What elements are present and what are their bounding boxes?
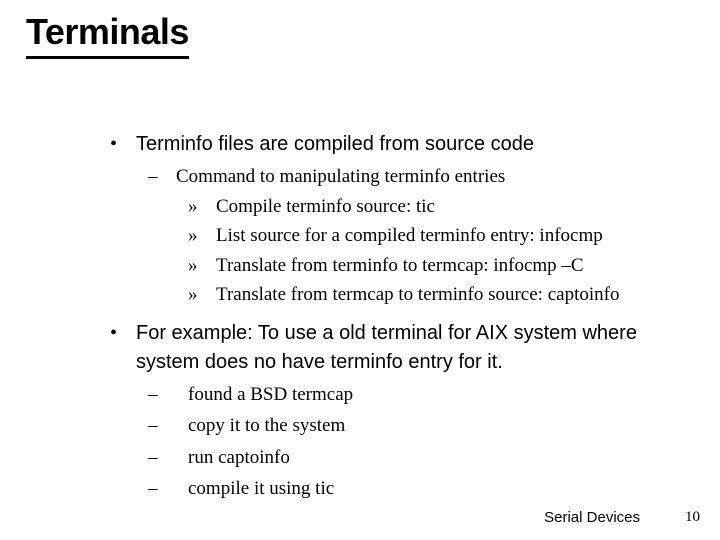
bullet-level2: – Command to manipulating terminfo entri… [148, 163, 690, 191]
bullet-level2: – run captoinfo [148, 444, 690, 472]
bullet-level3: » Compile terminfo source: tic [188, 193, 690, 221]
bullet-raquo-icon: » [188, 281, 216, 309]
bullet-text: Translate from termcap to terminfo sourc… [216, 281, 619, 309]
bullet-text: run captoinfo [188, 444, 290, 472]
bullet-level2: – compile it using tic [148, 475, 690, 503]
bullet-level2: – copy it to the system [148, 412, 690, 440]
bullet-dot-icon: • [110, 319, 136, 377]
slide-title: Terminals [26, 14, 189, 59]
bullet-level1: • Terminfo files are compiled from sourc… [110, 130, 690, 159]
bullet-text: compile it using tic [188, 475, 334, 503]
bullet-dash-icon: – [148, 381, 188, 409]
bullet-level3: » Translate from termcap to terminfo sou… [188, 281, 690, 309]
bullet-text: Translate from terminfo to termcap: info… [216, 252, 584, 280]
bullet-dash-icon: – [148, 163, 176, 191]
bullet-raquo-icon: » [188, 222, 216, 250]
bullet-raquo-icon: » [188, 193, 216, 221]
bullet-level1: • For example: To use a old terminal for… [110, 319, 690, 377]
bullet-raquo-icon: » [188, 252, 216, 280]
bullet-text: For example: To use a old terminal for A… [136, 319, 690, 377]
bullet-text: Command to manipulating terminfo entries [176, 163, 505, 191]
slide-body: • Terminfo files are compiled from sourc… [110, 130, 690, 503]
bullet-dash-icon: – [148, 475, 188, 503]
bullet-text: Terminfo files are compiled from source … [136, 130, 534, 159]
spacer [110, 309, 690, 319]
bullet-level3: » List source for a compiled terminfo en… [188, 222, 690, 250]
footer-label: Serial Devices [544, 509, 640, 526]
bullet-dot-icon: • [110, 130, 136, 159]
bullet-level3: » Translate from terminfo to termcap: in… [188, 252, 690, 280]
page-number: 10 [685, 509, 700, 526]
bullet-text: copy it to the system [188, 412, 345, 440]
slide: Terminals • Terminfo files are compiled … [0, 0, 720, 540]
bullet-dash-icon: – [148, 444, 188, 472]
bullet-dash-icon: – [148, 412, 188, 440]
bullet-text: List source for a compiled terminfo entr… [216, 222, 603, 250]
bullet-text: found a BSD termcap [188, 381, 353, 409]
bullet-text: Compile terminfo source: tic [216, 193, 435, 221]
bullet-level2: – found a BSD termcap [148, 381, 690, 409]
